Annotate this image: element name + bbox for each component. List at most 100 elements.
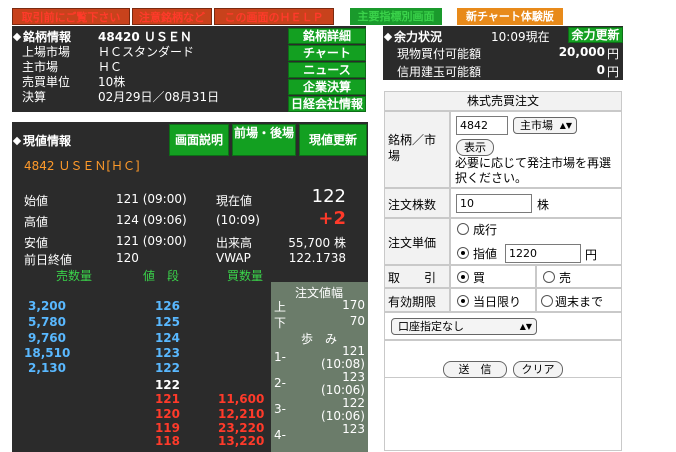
symbol-input[interactable]: 4842 [456, 116, 508, 135]
limit-order-label: 指値 [473, 247, 498, 261]
vwap-value: 122.1738 [288, 251, 346, 265]
buy-qty-cell: 11,600 [218, 392, 265, 406]
diamond-icon [12, 32, 22, 41]
symbol-label-cell: 銘柄／市場 [384, 111, 450, 188]
market-order-radio[interactable] [457, 223, 469, 235]
account-select-value: 口座指定なし [398, 320, 464, 333]
brand-info-title: 銘柄情報 [23, 30, 72, 44]
symbol-label: 銘柄／市場 [388, 133, 437, 163]
side-label: 取 引 [388, 271, 437, 285]
board-price-cell[interactable]: 124 [140, 331, 180, 345]
buy-qty-cell: 23,220 [218, 421, 265, 435]
market-order-label: 成行 [473, 223, 498, 237]
walk-price: 123 [342, 370, 365, 384]
open-value: 121 (09:00) [116, 192, 187, 206]
limit-order-radio[interactable] [457, 247, 469, 259]
display-button[interactable]: 表示 [456, 139, 494, 156]
explain-button[interactable]: 画面説明 [169, 124, 229, 156]
buy-qty-cell: 12,210 [218, 407, 265, 421]
board-price-cell[interactable]: 119 [140, 421, 180, 435]
cash-unit: 円 [607, 47, 620, 61]
high-label: 高値 [24, 215, 49, 229]
send-button[interactable]: 送 信 [443, 361, 507, 378]
high-value: 124 (09:06) [116, 213, 187, 227]
buy-cell: 買 [450, 265, 536, 288]
session-button[interactable]: 前場・後場 [232, 124, 296, 156]
walk-price: 123 [342, 422, 365, 436]
nav-help-button[interactable]: この画面のＨＥＬＰ [214, 8, 334, 25]
nav-new-chart-button[interactable]: 新チャート体験版 [457, 8, 563, 25]
qty-input[interactable]: 10 [456, 194, 532, 213]
stock-detail-button[interactable]: 銘柄詳細 [288, 28, 366, 44]
price-change: +2 [318, 208, 346, 229]
upper-limit-value: 170 [342, 298, 365, 312]
lower-limit-value: 70 [349, 314, 365, 328]
market-select-value: 主市場 [520, 119, 553, 132]
board-price-cell[interactable]: 125 [140, 315, 180, 329]
nav-caution-stocks-button[interactable]: 注意銘柄など [132, 8, 212, 25]
nikkei-info-button[interactable]: 日経会社情報 [288, 96, 366, 112]
week-radio[interactable] [541, 295, 553, 307]
order-title: 株式売買注文 [384, 91, 622, 111]
week-cell: 週末まで [536, 288, 622, 312]
settle-value: 02月29日／08月31日 [98, 90, 220, 104]
funds-refresh-button[interactable]: 余力更新 [568, 27, 623, 43]
margin-value: 0 [596, 63, 605, 77]
price-value: 122 [311, 186, 346, 207]
diamond-icon [12, 136, 22, 145]
chart-button[interactable]: チャート [288, 45, 366, 61]
board-price-cell[interactable]: 122 [140, 378, 180, 392]
low-label: 安値 [24, 236, 49, 250]
funds-panel: 余力状況 10:09現在 余力更新 現物買付可能額 20,000 円 信用建玉可… [383, 26, 623, 80]
nav-before-trading-button[interactable]: 取引前にご覧下さい [12, 8, 130, 25]
board-price-cell[interactable]: 118 [140, 434, 180, 448]
quote-header: 現値情報 [12, 132, 71, 149]
board-price-cell[interactable]: 121 [140, 392, 180, 406]
limits-panel: 注文値幅 上 170 下 70 歩 み 1- 121 (10:08) 2- 123 (10… [271, 282, 368, 452]
quote-refresh-button[interactable]: 現値更新 [299, 124, 367, 156]
sell-qty-cell: 3,200 [28, 299, 66, 313]
low-value: 121 (09:00) [116, 234, 187, 248]
sell-label: 売 [559, 271, 572, 285]
today-label: 当日限り [473, 295, 522, 309]
walk-time: (10:06) [321, 383, 365, 397]
board-price-cell[interactable]: 120 [140, 407, 180, 421]
brand-info-panel: 銘柄情報 48420 ＵＳＥＮ 上場市場 ＨＣスタンダード 主市場 ＨＣ 売買単… [12, 26, 366, 112]
today-radio[interactable] [457, 295, 469, 307]
market-select[interactable]: 主市場 ▲▼ [513, 117, 577, 134]
account-cell: 口座指定なし ▲▼ [384, 312, 622, 340]
week-label: 週末まで [555, 295, 604, 309]
board-price-cell[interactable]: 126 [140, 299, 180, 313]
sell-qty-cell: 9,760 [28, 331, 66, 345]
lower-limit-label: 下 [274, 316, 287, 330]
select-arrows-icon: ▲▼ [519, 322, 532, 331]
nav-indicators-button[interactable]: 主要指標別画面 [350, 8, 442, 25]
news-button[interactable]: ニュース [288, 62, 366, 78]
sell-qty-cell: 2,130 [28, 361, 66, 375]
walk-time: (10:06) [321, 409, 365, 423]
quote-symbol: 4842 ＵＳＥＮ[ＨＣ] [24, 159, 140, 173]
prev-close-value: 120 [116, 251, 139, 265]
board-price-cell[interactable]: 122 [140, 361, 180, 375]
market-note: 必要に応じて発注市場を再選択ください。 [455, 156, 612, 185]
expiry-label: 有効期限 [388, 295, 437, 309]
board-price-cell[interactable]: 123 [140, 346, 180, 360]
price-cell: 成行 指値 1220 円 [450, 218, 622, 265]
walk-index: 3- [274, 402, 286, 416]
price-label: 現在値 [216, 194, 253, 208]
buy-qty-cell: 13,220 [218, 434, 265, 448]
sell-radio[interactable] [543, 271, 555, 283]
volume-value: 55,700 株 [288, 236, 346, 250]
limit-price-input[interactable]: 1220 [505, 244, 581, 263]
diamond-icon [383, 32, 393, 41]
buy-radio[interactable] [457, 271, 469, 283]
sell-qty-cell: 5,780 [28, 315, 66, 329]
walk-index: 1- [274, 350, 286, 364]
account-select[interactable]: 口座指定なし ▲▼ [391, 318, 537, 335]
buy-qty-header: 買数量 [227, 269, 264, 283]
open-label: 始値 [24, 194, 49, 208]
earnings-button[interactable]: 企業決算 [288, 79, 366, 95]
price-time: (10:09) [216, 213, 260, 227]
walk-price: 121 [342, 344, 365, 358]
clear-button[interactable]: クリア [513, 361, 563, 378]
